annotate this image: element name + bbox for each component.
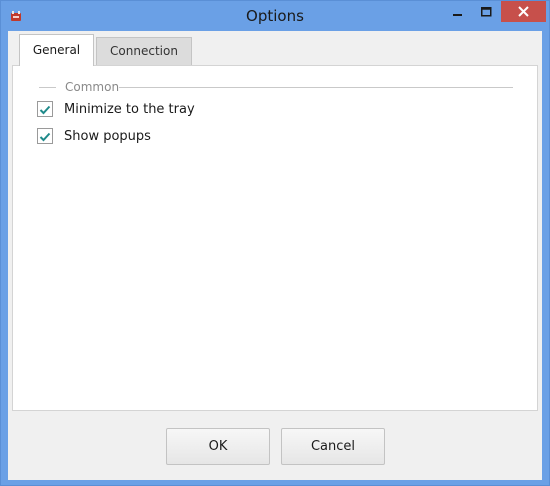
group-divider-right: [119, 87, 513, 88]
cancel-button[interactable]: Cancel: [281, 428, 385, 465]
tab-connection[interactable]: Connection: [96, 37, 192, 65]
close-button[interactable]: [501, 1, 546, 22]
checkmark-icon: [39, 100, 51, 119]
minimize-to-tray-checkbox[interactable]: [37, 101, 53, 117]
options-window: Options General Connection Common Minimi…: [0, 0, 550, 486]
tab-general[interactable]: General: [19, 34, 94, 66]
common-group-title: Common: [65, 80, 120, 94]
minimize-icon: [453, 2, 463, 21]
dialog-body: General Connection Common Minimize to th…: [8, 31, 542, 480]
show-popups-label[interactable]: Show popups: [64, 129, 151, 144]
title-bar[interactable]: Options: [1, 1, 549, 31]
general-tab-panel: Common Minimize to the tray Show popups: [12, 65, 538, 411]
group-divider-left: [39, 87, 56, 88]
minimize-button[interactable]: [445, 1, 471, 22]
maximize-icon: [480, 2, 492, 21]
minimize-to-tray-option[interactable]: Minimize to the tray: [37, 100, 195, 118]
show-popups-checkbox[interactable]: [37, 128, 53, 144]
minimize-to-tray-label[interactable]: Minimize to the tray: [64, 102, 195, 117]
show-popups-option[interactable]: Show popups: [37, 127, 151, 145]
checkmark-icon: [39, 127, 51, 146]
ok-button[interactable]: OK: [166, 428, 270, 465]
close-icon: [518, 2, 529, 21]
maximize-button[interactable]: [473, 1, 499, 22]
